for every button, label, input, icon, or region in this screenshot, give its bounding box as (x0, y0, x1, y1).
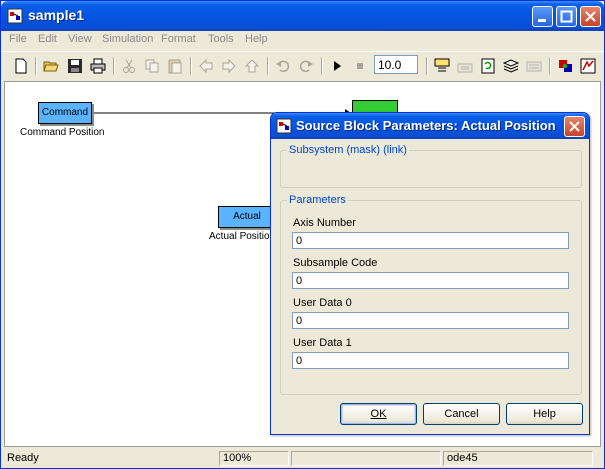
menu-simulation[interactable]: Simulation (102, 33, 153, 45)
command-position-label: Command Position (20, 127, 105, 138)
update-diagram-button[interactable] (478, 56, 498, 76)
menu-view[interactable]: View (68, 33, 92, 45)
window-title: sample1 (28, 7, 85, 23)
advisor-icon (580, 58, 596, 74)
axis-number-label: Axis Number (293, 217, 356, 229)
back-button[interactable] (196, 56, 216, 76)
undo-button[interactable] (273, 56, 293, 76)
library-browser-button[interactable] (501, 56, 521, 76)
cancel-button-label: Cancel (444, 408, 479, 420)
simulink-dialog-icon (276, 118, 292, 134)
subsystem-legend: Subsystem (mask) (link) (287, 144, 409, 156)
explorer-icon (526, 61, 542, 72)
minimize-button[interactable] (532, 6, 553, 27)
axis-number-input[interactable] (292, 232, 569, 249)
print-button[interactable] (88, 56, 108, 76)
help-button[interactable]: Help (506, 403, 583, 425)
command-block-text: Command (41, 107, 89, 118)
user-data-0-label: User Data 0 (293, 297, 352, 309)
menu-edit[interactable]: Edit (38, 33, 57, 45)
status-zoom: 100% (219, 451, 289, 466)
actual-position-block[interactable]: Actual (218, 206, 276, 228)
forward-button[interactable] (219, 56, 239, 76)
printer-icon (90, 58, 106, 74)
window-titlebar[interactable]: sample1 (1, 1, 604, 31)
status-bar: Ready 100% ode45 (1, 449, 604, 468)
help-button-label: Help (533, 408, 556, 420)
close-icon (585, 11, 596, 22)
status-blank (291, 451, 441, 466)
start-simulation-button[interactable] (327, 56, 347, 76)
dialog-title: Source Block Parameters: Actual Position (296, 118, 556, 133)
close-button[interactable] (580, 6, 601, 27)
build-button[interactable] (432, 56, 452, 76)
block-parameters-dialog: Source Block Parameters: Actual Position… (270, 112, 590, 435)
user-data-0-input[interactable] (292, 312, 569, 329)
save-disk-icon (68, 59, 82, 73)
arrow-up-icon (244, 59, 260, 73)
command-position-block[interactable]: Command (38, 102, 92, 124)
dialog-close-button[interactable] (564, 116, 585, 137)
build-icon (434, 58, 450, 72)
toolbar (1, 51, 604, 79)
subsample-code-label: Subsample Code (293, 257, 378, 269)
user-data-1-label: User Data 1 (293, 337, 352, 349)
new-document-icon (15, 58, 27, 74)
new-model-button[interactable] (11, 56, 31, 76)
subsample-code-input[interactable] (292, 272, 569, 289)
ok-button-label: OK (370, 408, 387, 420)
stop-time-input[interactable] (374, 55, 418, 74)
refresh-icon (481, 58, 495, 74)
copy-icon (145, 59, 159, 73)
maximize-icon (560, 10, 573, 23)
menu-help[interactable]: Help (245, 33, 268, 45)
parameters-legend: Parameters (287, 194, 348, 206)
save-button[interactable] (65, 56, 85, 76)
up-button[interactable] (242, 56, 262, 76)
menu-tools[interactable]: Tools (208, 33, 234, 45)
model-advisor-button[interactable] (578, 56, 598, 76)
undo-icon (276, 60, 290, 73)
subsystem-group: Subsystem (mask) (link) (280, 144, 582, 188)
model-explorer-button[interactable] (524, 56, 544, 76)
stop-simulation-button[interactable] (350, 56, 370, 76)
cut-button[interactable] (119, 56, 139, 76)
incremental-build-icon (457, 63, 473, 73)
paste-button[interactable] (165, 56, 185, 76)
menu-bar: File Edit View Simulation Format Tools H… (1, 31, 604, 49)
incremental-build-button[interactable] (455, 56, 475, 76)
ok-button[interactable]: OK (340, 403, 417, 425)
status-state: Ready (7, 452, 39, 464)
actual-position-label: Actual Positio (209, 231, 270, 242)
redo-icon (299, 60, 313, 73)
debug-icon (559, 60, 572, 72)
play-icon (334, 61, 341, 71)
menu-format[interactable]: Format (161, 33, 196, 45)
actual-block-text: Actual (233, 211, 261, 222)
status-solver: ode45 (443, 451, 593, 466)
library-icon (503, 59, 519, 73)
user-data-1-input[interactable] (292, 352, 569, 369)
paste-clipboard-icon (168, 59, 182, 74)
minimize-icon (538, 19, 546, 22)
scissors-icon (123, 59, 135, 73)
redo-button[interactable] (296, 56, 316, 76)
cancel-button[interactable]: Cancel (423, 403, 500, 425)
simulink-model-icon (7, 8, 23, 24)
copy-button[interactable] (142, 56, 162, 76)
debugger-button[interactable] (555, 56, 575, 76)
arrow-left-icon (199, 58, 213, 74)
maximize-button[interactable] (556, 6, 577, 27)
open-folder-icon (43, 61, 59, 72)
open-button[interactable] (41, 56, 61, 76)
menu-file[interactable]: File (9, 33, 27, 45)
stop-icon (357, 63, 363, 69)
dialog-titlebar[interactable]: Source Block Parameters: Actual Position (271, 113, 589, 139)
close-icon (569, 121, 580, 132)
arrow-right-icon (222, 58, 236, 74)
